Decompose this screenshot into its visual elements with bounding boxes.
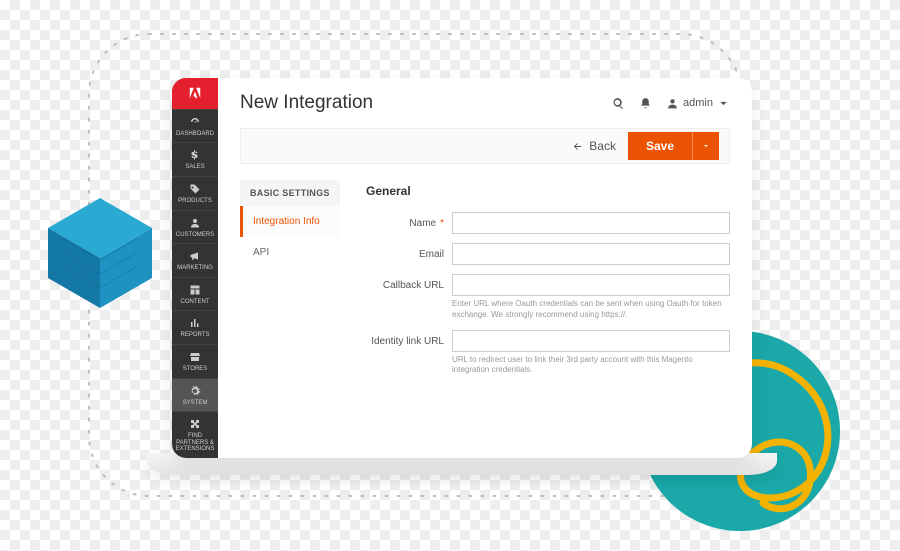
- sidebar-item-system[interactable]: SYSTEM: [172, 378, 218, 412]
- chevron-down-icon: [717, 97, 730, 110]
- app-window: DASHBOARD SALES PRODUCTS CUSTOMERS MARKE…: [172, 78, 752, 458]
- field-name: Name *: [366, 212, 730, 234]
- field-callback-url: Callback URL Enter URL where Oauth crede…: [366, 274, 730, 321]
- avatar-icon: [666, 97, 679, 110]
- sidebar-item-label: REPORTS: [181, 332, 210, 339]
- bar-chart-icon: [189, 317, 201, 329]
- gear-icon: [189, 385, 201, 397]
- sidebar-item-reports[interactable]: REPORTS: [172, 310, 218, 344]
- field-email: Email: [366, 243, 730, 265]
- field-label: Email: [419, 249, 444, 260]
- sidebar-item-customers[interactable]: CUSTOMERS: [172, 210, 218, 244]
- adobe-logo-icon: [188, 86, 202, 100]
- layout-icon: [189, 284, 201, 296]
- back-button[interactable]: Back: [572, 139, 616, 153]
- identity-link-url-input[interactable]: [452, 330, 730, 352]
- tag-icon: [189, 183, 201, 195]
- sidebar-item-marketing[interactable]: MARKETING: [172, 243, 218, 277]
- sidebar-item-label: SALES: [185, 164, 204, 171]
- sidebar-item-stores[interactable]: STORES: [172, 344, 218, 378]
- sidebar-item-label: DASHBOARD: [176, 131, 214, 138]
- user-icon: [189, 217, 201, 229]
- field-identity-link-url: Identity link URL URL to redirect user t…: [366, 330, 730, 377]
- form-area: General Name * Email Callback URL: [340, 180, 730, 448]
- page-title: New Integration: [240, 92, 373, 114]
- callback-url-input[interactable]: [452, 274, 730, 296]
- main-panel: New Integration admin Back: [218, 78, 752, 458]
- sidebar-item-content[interactable]: CONTENT: [172, 277, 218, 311]
- settings-nav: BASIC SETTINGS Integration Info API: [240, 180, 340, 448]
- action-bar: Back Save: [240, 128, 730, 164]
- settings-tab-label: Integration Info: [253, 216, 320, 227]
- sidebar-item-label: CUSTOMERS: [176, 232, 214, 239]
- sidebar-item-label: MARKETING: [177, 265, 213, 272]
- sidebar-item-label: PRODUCTS: [178, 198, 212, 205]
- settings-tab-integration-info[interactable]: Integration Info: [240, 206, 340, 237]
- puzzle-icon: [189, 418, 201, 430]
- dollar-icon: [189, 149, 201, 161]
- user-label: admin: [683, 97, 713, 109]
- save-button[interactable]: Save: [628, 132, 719, 160]
- required-marker: *: [440, 218, 444, 229]
- sidebar-item-label: CONTENT: [181, 299, 210, 306]
- field-label: Callback URL: [383, 280, 444, 291]
- email-input[interactable]: [452, 243, 730, 265]
- megaphone-icon: [189, 250, 201, 262]
- bell-icon[interactable]: [639, 97, 652, 110]
- field-hint: URL to redirect user to link their 3rd p…: [452, 355, 730, 377]
- name-input[interactable]: [452, 212, 730, 234]
- arrow-left-icon: [572, 141, 583, 152]
- user-menu[interactable]: admin: [666, 97, 730, 110]
- back-label: Back: [589, 139, 616, 153]
- settings-nav-heading: BASIC SETTINGS: [240, 180, 340, 206]
- save-dropdown-toggle[interactable]: [692, 132, 719, 160]
- settings-tab-label: API: [253, 247, 269, 258]
- field-hint: Enter URL where Oauth credentials can be…: [452, 299, 730, 321]
- decorative-cube: [40, 190, 160, 310]
- settings-tab-api[interactable]: API: [240, 237, 340, 268]
- save-label: Save: [628, 132, 692, 160]
- gauge-icon: [189, 116, 201, 128]
- form-section-title: General: [366, 184, 730, 198]
- store-icon: [189, 351, 201, 363]
- sidebar-item-sales[interactable]: SALES: [172, 142, 218, 176]
- sidebar-item-partners[interactable]: FIND PARTNERS & EXTENSIONS: [172, 411, 218, 458]
- field-label: Identity link URL: [371, 336, 444, 347]
- sidebar-item-dashboard[interactable]: DASHBOARD: [172, 109, 218, 143]
- sidebar-item-products[interactable]: PRODUCTS: [172, 176, 218, 210]
- brand-logo: [172, 78, 218, 109]
- header-bar: New Integration admin: [240, 92, 730, 114]
- sidebar-item-label: STORES: [183, 366, 208, 373]
- search-icon[interactable]: [612, 97, 625, 110]
- sidebar-item-label: FIND PARTNERS & EXTENSIONS: [174, 433, 216, 453]
- sidebar: DASHBOARD SALES PRODUCTS CUSTOMERS MARKE…: [172, 78, 218, 458]
- caret-down-icon: [702, 142, 710, 150]
- sidebar-item-label: SYSTEM: [183, 400, 208, 407]
- field-label: Name: [409, 218, 436, 229]
